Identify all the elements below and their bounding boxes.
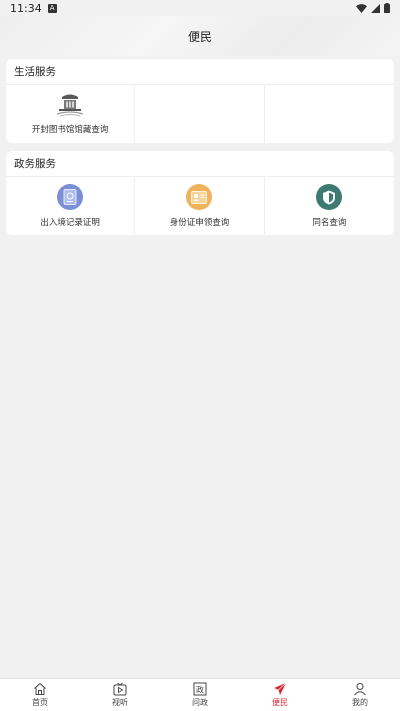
user-icon	[354, 683, 366, 696]
politics-icon: 政	[193, 682, 207, 696]
tab-audio-visual[interactable]: 视听	[80, 679, 160, 711]
section-title: 政务服务	[6, 151, 394, 177]
service-label: 身份证申领查询	[169, 218, 230, 228]
tv-play-icon	[113, 682, 127, 696]
paper-plane-icon	[274, 682, 287, 695]
service-label: 出入境记录证明	[40, 218, 100, 228]
signal-icon	[371, 3, 380, 13]
government-services-card: 政务服务 出入境记录证明 身份证申领查询 同名查询	[6, 151, 394, 235]
battery-icon	[384, 3, 390, 13]
section-title: 生活服务	[6, 59, 394, 85]
service-item-library[interactable]: 开封图书馆馆藏查询	[6, 85, 136, 143]
status-bar: 11:34 A	[0, 0, 400, 16]
tab-convenience[interactable]: 便民	[240, 679, 320, 711]
tab-label: 首页	[32, 698, 48, 707]
life-services-card: 生活服务 开封图书馆馆藏查询	[6, 59, 394, 143]
tab-label: 视听	[112, 698, 128, 707]
service-item-exit-entry-record[interactable]: 出入境记录证明	[6, 177, 136, 235]
shield-search-icon	[316, 184, 343, 210]
bottom-tab-bar: 首页 视听 政 问政 便民 我的	[0, 678, 400, 711]
page-title: 便民	[187, 29, 212, 44]
tab-label: 我的	[352, 698, 368, 707]
tab-home[interactable]: 首页	[0, 679, 80, 711]
tab-label: 问政	[192, 698, 208, 707]
service-label: 开封图书馆馆藏查询	[31, 125, 109, 135]
tab-politics[interactable]: 政 问政	[160, 679, 240, 711]
id-card-icon	[186, 184, 213, 210]
service-item-same-name-query[interactable]: 同名查询	[265, 177, 394, 235]
service-item-id-card-query[interactable]: 身份证申领查询	[135, 177, 265, 235]
passport-icon	[57, 184, 84, 210]
empty-cell	[265, 85, 394, 143]
empty-cell	[135, 85, 265, 143]
home-icon	[34, 682, 46, 695]
tab-mine[interactable]: 我的	[320, 679, 400, 711]
svg-text:政: 政	[196, 684, 204, 694]
notification-icon: A	[47, 3, 57, 13]
library-building-icon	[56, 94, 84, 117]
page-header: 便民	[0, 16, 400, 56]
service-label: 同名查询	[312, 218, 347, 228]
tab-label: 便民	[272, 698, 288, 707]
status-time: 11:34	[10, 1, 42, 15]
wifi-icon	[356, 3, 367, 13]
